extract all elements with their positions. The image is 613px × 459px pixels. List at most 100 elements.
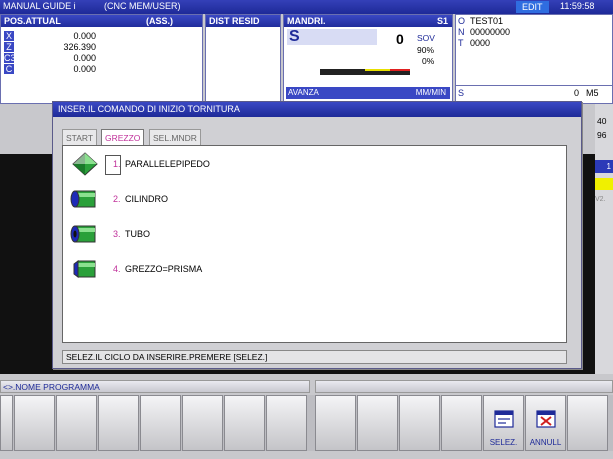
spindle-letter: S (289, 28, 300, 45)
s-value: 0 (574, 88, 580, 98)
spindle-speed: 0 (396, 31, 404, 47)
axis-name: C3 (4, 53, 16, 63)
list-item[interactable]: 4. GREZZO=PRISMA (69, 256, 369, 282)
softkey-10[interactable] (399, 395, 440, 451)
load-bar-red-zone (390, 69, 410, 71)
item-label: GREZZO=PRISMA (125, 264, 203, 274)
item-label: CILINDRO (125, 194, 169, 204)
select-icon (493, 410, 514, 428)
softkey-4[interactable] (140, 395, 181, 451)
position-subtitle: (ASS.) (146, 16, 173, 26)
guide-title: MANUAL GUIDE i (3, 1, 76, 11)
right-yellow-marker (595, 178, 613, 190)
input-line[interactable] (315, 380, 613, 393)
mode-label: (CNC MEM/USER) (104, 1, 181, 11)
axis-row: C 0.000 (1, 64, 202, 75)
softkey-cancel-label: ANNULL (529, 438, 562, 447)
axis-value: 0.000 (73, 53, 96, 63)
dialog-message: SELEZ.IL CICLO DA INSERIRE.PREMERE [SELE… (62, 350, 567, 364)
dialog-title: INSER.IL COMANDO DI INIZIO TORNITURA (53, 102, 581, 117)
item-number: 2. (113, 194, 121, 204)
axis-name: X (4, 31, 14, 41)
start-command-dialog: INSER.IL COMANDO DI INIZIO TORNITURA STA… (52, 101, 582, 369)
right-value-1: 1 (595, 160, 613, 173)
prog-t-row: T 0000 (458, 38, 490, 48)
edit-badge: EDIT (516, 1, 549, 13)
prism-icon (73, 260, 96, 278)
list-item[interactable]: 1. PARALLELEPIPEDO (69, 151, 369, 177)
cycle-list: 1. PARALLELEPIPEDO 2. CILINDRO 3. TUBO 4… (62, 145, 567, 343)
softkey-12[interactable] (567, 395, 608, 451)
t-label: T (458, 38, 464, 48)
load-bar-track (320, 69, 410, 75)
prog-s-row: S 0 M5 (456, 85, 612, 99)
o-value: TEST01 (470, 16, 504, 26)
cnc-screen: MANUAL GUIDE i (CNC MEM/USER) EDIT 11:59… (0, 0, 613, 459)
feed-title: AVANZA (288, 88, 319, 97)
softkey-7[interactable] (266, 395, 307, 451)
item-number: 3. (113, 229, 121, 239)
clock: 11:59:58 (560, 1, 595, 11)
item-number: 1. (113, 159, 121, 169)
prog-o-row: O TEST01 (458, 16, 503, 26)
load-value: 0% (422, 56, 435, 66)
load-bar-yellow-zone (365, 69, 390, 71)
softkey-select[interactable]: SELEZ. (483, 395, 524, 451)
residual-panel: DIST RESID (205, 14, 281, 104)
softkey-bar: SELEZ. ANNULL (0, 395, 613, 451)
axis-row: Z 326.390 (1, 42, 202, 53)
right-value-v2: V2. (595, 196, 606, 203)
softkey-5[interactable] (182, 395, 223, 451)
softkey-select-label: SELEZ. (489, 438, 518, 447)
softkey-6[interactable] (224, 395, 265, 451)
sov-value: 90% (417, 45, 435, 55)
axis-name: C (4, 64, 14, 74)
right-info-strip: 40 96 1 V2. (595, 104, 613, 374)
top-status-bar: MANUAL GUIDE i (CNC MEM/USER) EDIT 11:59… (0, 0, 613, 14)
position-panel: POS.ATTUAL (ASS.) X 0.000 Z 326.390 C3 0… (0, 14, 203, 104)
softkey-3[interactable] (98, 395, 139, 451)
softkey-11[interactable] (441, 395, 482, 451)
axis-value: 0.000 (73, 31, 96, 41)
n-value: 00000000 (470, 27, 511, 37)
item-label: PARALLELEPIPEDO (125, 159, 210, 169)
softkey-9[interactable] (357, 395, 398, 451)
spindle-header: MANDRI. S1 (284, 15, 452, 27)
o-label: O (458, 16, 466, 26)
softkey-cancel[interactable]: ANNULL (525, 395, 566, 451)
position-title: POS.ATTUAL (4, 16, 61, 26)
cylinder-icon (70, 190, 96, 208)
parallelepiped-icon (72, 152, 98, 176)
right-value-96: 96 (597, 130, 607, 140)
right-value-40: 40 (597, 116, 607, 126)
sov-label: SOV (417, 33, 435, 43)
spindle-channel: S1 (436, 16, 448, 26)
axis-value: 0.000 (73, 64, 96, 74)
tab-start[interactable]: START (62, 129, 98, 145)
softkey-1[interactable] (14, 395, 55, 451)
softkey-8[interactable] (315, 395, 356, 451)
axis-value: 326.390 (63, 42, 96, 52)
spindle-bar-bg (287, 29, 377, 45)
tab-sel-mndr[interactable]: SEL.MNDR (149, 129, 201, 145)
tab-grezzo[interactable]: GREZZO (101, 129, 145, 145)
position-header: POS.ATTUAL (ASS.) (1, 15, 202, 27)
spindle-title: MANDRI. (287, 16, 326, 26)
softkey-prev-arrow[interactable] (0, 395, 13, 451)
spindle-panel: MANDRI. S1 S 0 SOV 90% 0% AVANZA MM/MIN (283, 14, 453, 104)
t-value: 0000 (470, 38, 491, 48)
tube-icon (70, 225, 96, 243)
list-item[interactable]: 2. CILINDRO (69, 186, 369, 212)
prog-n-row: N 00000000 (458, 27, 510, 37)
program-name-field[interactable]: <>.NOME PROGRAMMA (0, 380, 310, 393)
m-value: M5 (586, 88, 599, 98)
s-label: S (458, 88, 465, 98)
axis-name: Z (4, 42, 14, 52)
feed-unit: MM/MIN (415, 88, 446, 97)
softkey-2[interactable] (56, 395, 97, 451)
axis-row: C3 0.000 (1, 53, 202, 64)
residual-title: DIST RESID (206, 15, 280, 27)
cancel-icon (535, 410, 556, 428)
list-item[interactable]: 3. TUBO (69, 221, 369, 247)
n-label: N (458, 27, 465, 37)
